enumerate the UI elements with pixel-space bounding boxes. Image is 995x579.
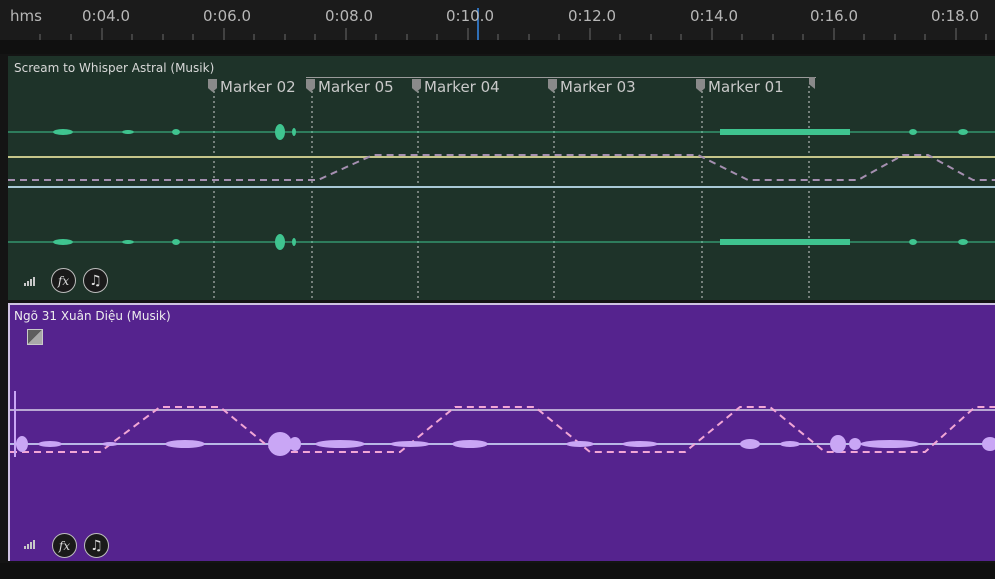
ruler-label: 0:06.0	[203, 7, 251, 25]
marker-flag-icon	[548, 79, 557, 92]
marker-01[interactable]: Marker 01	[696, 78, 784, 97]
ruler-unit-label: hms	[10, 7, 42, 25]
ruler-label: 0:04.0	[82, 7, 130, 25]
ruler-label: 0:08.0	[325, 7, 373, 25]
ruler-label: 0:14.0	[690, 7, 738, 25]
marker-label: Marker 03	[560, 78, 636, 96]
ruler-label: 0:10.0	[446, 7, 494, 25]
marker-flag-icon	[412, 79, 421, 92]
ruler-label: 0:12.0	[568, 7, 616, 25]
marker-03[interactable]: Marker 03	[548, 78, 636, 97]
clip-title[interactable]: Ngõ 31 Xuân Diệu (Musik)	[14, 309, 171, 323]
marker-02[interactable]: Marker 02	[208, 78, 296, 97]
time-ruler[interactable]: hms 0:04.0 0:06.0 0:08.0 0:10.0 0:12.0 0…	[0, 0, 995, 40]
track-scream-to-whisper[interactable]: Scream to Whisper Astral (Musik) Marker …	[8, 56, 995, 300]
track2-waveform	[10, 391, 995, 457]
track1-waveform	[8, 86, 995, 300]
marker-label: Marker 05	[318, 78, 394, 96]
marker-label: Marker 01	[708, 78, 784, 96]
marker-label: Marker 04	[424, 78, 500, 96]
track-separator	[0, 40, 995, 54]
ruler-label: 0:18.0	[931, 7, 979, 25]
send-button[interactable]: ♫	[83, 268, 108, 293]
marker-flag-icon	[208, 79, 217, 92]
marker-04[interactable]: Marker 04	[412, 78, 500, 97]
clip-title[interactable]: Scream to Whisper Astral (Musik)	[14, 61, 214, 75]
volume-meter-icon	[24, 276, 38, 286]
send-button[interactable]: ♫	[84, 533, 109, 558]
clip-fade-handle-icon[interactable]	[27, 329, 43, 345]
track-ngo-31-xuan-dieu[interactable]: Ngõ 31 Xuân Diệu (Musik) fx ♫	[8, 303, 995, 561]
bottom-scroll-area[interactable]	[0, 563, 995, 579]
fx-button[interactable]: fx	[51, 268, 76, 293]
marker-flag-icon	[306, 79, 315, 92]
fx-button[interactable]: fx	[52, 533, 77, 558]
marker-flag-icon	[696, 79, 705, 92]
marker-label: Marker 02	[220, 78, 296, 96]
marker-05[interactable]: Marker 05	[306, 78, 394, 97]
volume-meter-icon	[24, 539, 38, 549]
ruler-label: 0:16.0	[810, 7, 858, 25]
